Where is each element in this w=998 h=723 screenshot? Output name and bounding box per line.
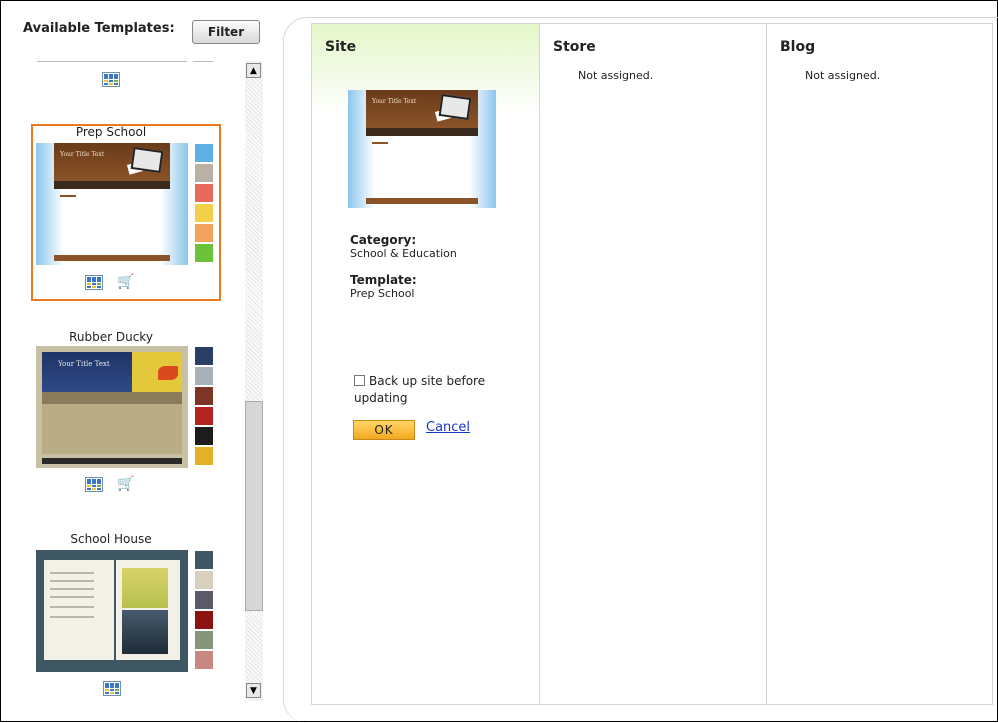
templates-panel: Available Templates: Filter ▲ ▼ Prep Sch… (1, 1, 291, 721)
preview-grid-icon[interactable] (85, 275, 103, 290)
divider (193, 61, 213, 62)
filter-button[interactable]: Filter (192, 20, 260, 44)
template-value: Prep School (350, 287, 415, 300)
color-swatch[interactable] (195, 244, 213, 262)
color-swatch[interactable] (195, 347, 213, 365)
color-swatch[interactable] (195, 611, 213, 629)
template-name: Prep School (75, 125, 147, 139)
cancel-link[interactable]: Cancel (426, 420, 470, 435)
color-swatch[interactable] (195, 367, 213, 385)
scroll-up-button[interactable]: ▲ (246, 63, 261, 78)
color-swatch[interactable] (195, 184, 213, 202)
scroll-down-button[interactable]: ▼ (246, 683, 261, 698)
divider (37, 61, 187, 62)
color-swatch[interactable] (195, 224, 213, 242)
color-swatch[interactable] (195, 591, 213, 609)
ok-button[interactable]: OK (353, 420, 415, 440)
store-status: Not assigned. (578, 69, 654, 82)
color-swatch[interactable] (195, 571, 213, 589)
site-column: Site Your Title Text Category: School & … (312, 24, 540, 704)
template-chooser-window: Available Templates: Filter ▲ ▼ Prep Sch… (0, 0, 998, 723)
store-heading: Store (553, 39, 596, 55)
color-swatch[interactable] (195, 387, 213, 405)
color-swatch[interactable] (195, 631, 213, 649)
color-swatch[interactable] (195, 144, 213, 162)
blog-status: Not assigned. (805, 69, 881, 82)
store-column: Store Not assigned. (540, 24, 767, 704)
assignment-columns: Site Your Title Text Category: School & … (311, 23, 993, 705)
template-thumbnail[interactable] (36, 550, 188, 672)
template-thumbnail[interactable]: Your Title Text (36, 143, 188, 265)
preview-grid-icon[interactable] (103, 681, 121, 696)
color-swatch[interactable] (195, 447, 213, 465)
color-swatch[interactable] (195, 551, 213, 569)
color-swatch[interactable] (195, 407, 213, 425)
scrollbar-thumb[interactable] (245, 401, 263, 611)
color-swatch[interactable] (195, 164, 213, 182)
backup-checkbox[interactable] (354, 375, 365, 386)
template-thumbnail[interactable]: Your Title Text (36, 346, 188, 468)
cart-icon[interactable]: 🛒 (117, 274, 137, 290)
thumb-title-text: Your Title Text (372, 98, 417, 105)
blog-column: Blog Not assigned. (767, 24, 992, 704)
template-name: Rubber Ducky (69, 330, 153, 344)
cart-icon[interactable]: 🛒 (117, 476, 137, 492)
thumb-title-text: Your Title Text (58, 360, 110, 368)
preview-grid-icon[interactable] (85, 477, 103, 492)
color-swatch[interactable] (195, 204, 213, 222)
site-template-thumbnail: Your Title Text (348, 90, 496, 208)
panel-title: Available Templates: (23, 21, 175, 36)
backup-label: Back up site before updating (354, 374, 486, 405)
category-value: School & Education (350, 247, 457, 260)
thumb-title-text: Your Title Text (60, 151, 105, 158)
preview-grid-icon[interactable] (102, 72, 120, 87)
backup-option[interactable]: Back up site before updating (354, 373, 504, 407)
template-label: Template: (350, 273, 417, 287)
category-label: Category: (350, 233, 417, 247)
color-swatch[interactable] (195, 427, 213, 445)
template-name: School House (70, 532, 152, 546)
site-heading: Site (325, 39, 357, 55)
color-swatch[interactable] (195, 651, 213, 669)
blog-heading: Blog (780, 39, 816, 55)
